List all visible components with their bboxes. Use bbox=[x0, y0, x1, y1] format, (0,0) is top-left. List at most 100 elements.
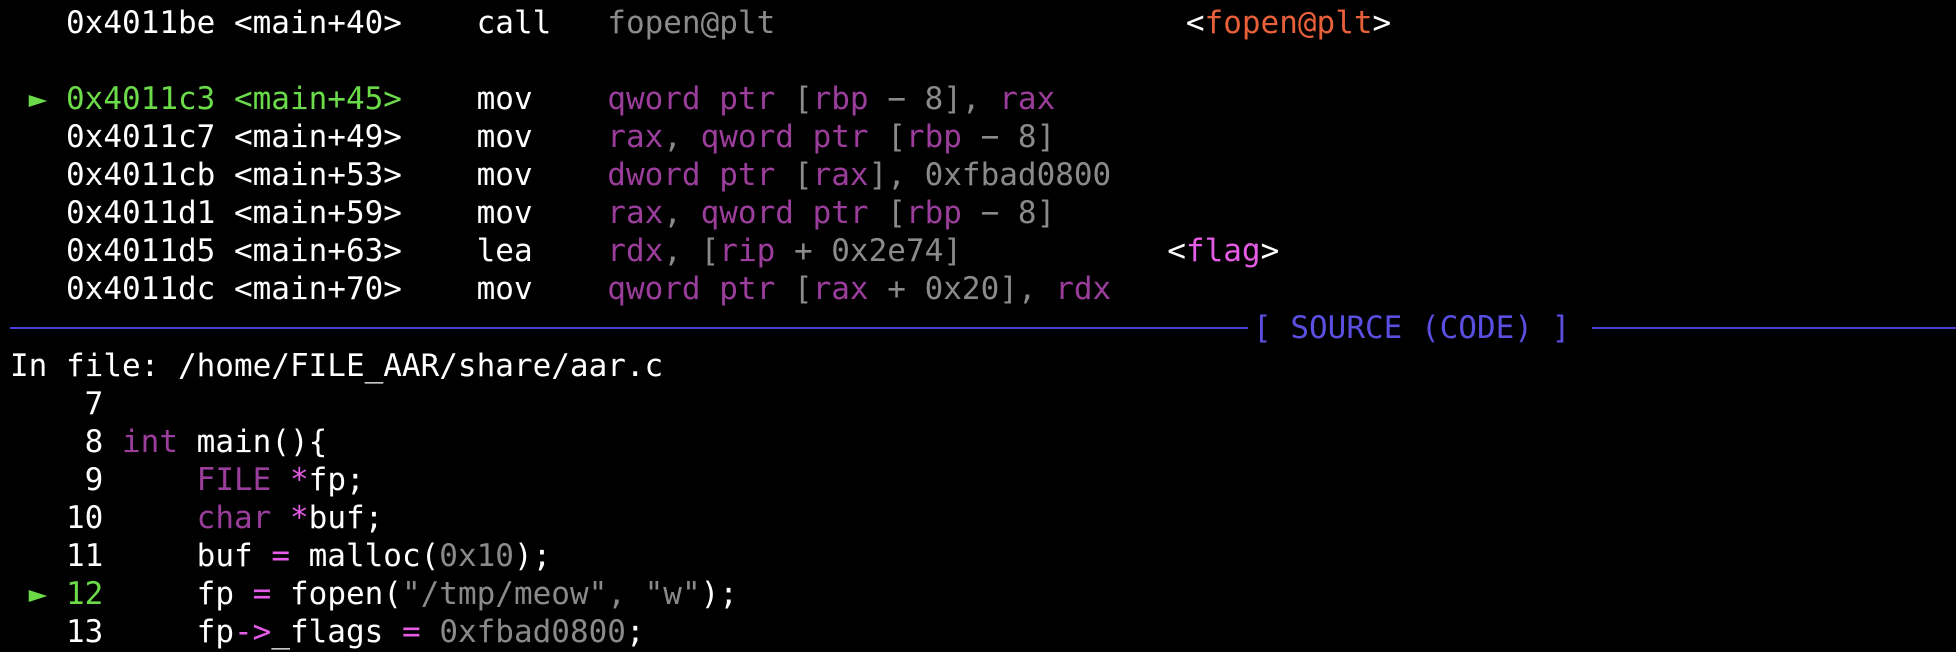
instruction-address: 0x4011c3 bbox=[66, 81, 216, 117]
instruction-operand: [ bbox=[793, 157, 813, 193]
current-instruction-marker: ► bbox=[10, 81, 66, 117]
current-instruction-marker bbox=[10, 195, 66, 231]
instruction-annotation: flag bbox=[1185, 233, 1261, 269]
disasm-row: ► 0x4011c3 <main+45> mov qword ptr [rbp … bbox=[10, 80, 1056, 118]
disasm-row: 0x4011be <main+40> call fopen@plt <fopen… bbox=[10, 4, 1391, 42]
source-line: ► 12 fp = fopen("/tmp/meow", "w"); bbox=[10, 575, 738, 613]
instruction-operand: , [ bbox=[663, 233, 720, 269]
current-line-marker bbox=[10, 386, 66, 422]
instruction-operand: − 8] bbox=[961, 195, 1056, 231]
instruction-address: 0x4011d1 bbox=[66, 195, 216, 231]
instruction-annotation: > bbox=[1372, 5, 1392, 41]
instruction-symbol: <main+63> bbox=[233, 233, 477, 269]
source-line: 9 FILE *fp; bbox=[10, 461, 365, 499]
source-file-label: In file: /home/FILE_AAR/share/aar.c bbox=[10, 348, 664, 384]
instruction-operand: rax bbox=[812, 157, 869, 193]
instruction-operand: rax bbox=[607, 119, 664, 155]
instruction-operand: rax bbox=[607, 195, 664, 231]
disasm-row: 0x4011d1 <main+59> mov rax, qword ptr [r… bbox=[10, 194, 1055, 232]
instruction-symbol: <main+49> bbox=[233, 119, 477, 155]
instruction-annotation: < bbox=[1185, 5, 1205, 41]
source-token bbox=[421, 614, 440, 650]
current-instruction-marker bbox=[10, 5, 66, 41]
instruction-address: 0x4011be bbox=[66, 5, 216, 41]
instruction-mnemonic: lea bbox=[476, 233, 608, 269]
instruction-symbol: <main+53> bbox=[233, 157, 477, 193]
instruction-mnemonic: mov bbox=[476, 81, 608, 117]
source-token: fp bbox=[122, 614, 234, 650]
line-number: 7 bbox=[66, 386, 104, 422]
source-token bbox=[122, 462, 197, 498]
disasm-row: 0x4011d5 <main+63> lea rdx, [rip + 0x2e7… bbox=[10, 232, 1279, 270]
instruction-address: 0x4011c7 bbox=[66, 119, 216, 155]
instruction-mnemonic: call bbox=[476, 5, 608, 41]
instruction-operand: rdx bbox=[607, 233, 664, 269]
instruction-operand: , bbox=[663, 195, 701, 231]
source-token: "/tmp/meow", "w" bbox=[401, 576, 701, 612]
instruction-operand: − 8], bbox=[868, 81, 1000, 117]
source-token: FILE bbox=[196, 462, 272, 498]
instruction-mnemonic: mov bbox=[476, 271, 608, 307]
line-number: 10 bbox=[66, 500, 104, 536]
instruction-operand: + 0x2e74] bbox=[775, 233, 962, 269]
current-line-marker bbox=[10, 424, 66, 460]
disasm-row: 0x4011cb <main+53> mov dword ptr [rax], … bbox=[10, 156, 1111, 194]
instruction-operand: rbp bbox=[905, 119, 962, 155]
instruction-operand: qword ptr bbox=[607, 81, 794, 117]
instruction-operand: dword ptr bbox=[607, 157, 794, 193]
source-token: malloc( bbox=[289, 538, 440, 574]
current-line-marker: ► bbox=[10, 576, 66, 612]
source-line: 13 fp->_flags = 0xfbad0800; bbox=[10, 613, 645, 651]
disasm-row: 0x4011dc <main+70> mov qword ptr [rax + … bbox=[10, 270, 1111, 308]
source-token: 0x10 bbox=[439, 538, 514, 574]
instruction-mnemonic: mov bbox=[476, 119, 608, 155]
source-token: main(){ bbox=[178, 424, 328, 460]
instruction-operand: [ bbox=[793, 81, 813, 117]
instruction-operand: qword ptr bbox=[607, 271, 794, 307]
source-line: 8 int main(){ bbox=[10, 423, 328, 461]
separator-rule-left bbox=[10, 327, 1248, 329]
instruction-annotation: fopen@plt bbox=[1204, 5, 1373, 41]
instruction-operand: qword ptr bbox=[700, 119, 888, 155]
current-line-marker bbox=[10, 462, 66, 498]
source-token: fopen( bbox=[271, 576, 402, 612]
instruction-symbol: <main+59> bbox=[233, 195, 477, 231]
source-token bbox=[271, 462, 290, 498]
source-line: 11 buf = malloc(0x10); bbox=[10, 537, 551, 575]
source-token: _flags bbox=[271, 614, 402, 650]
source-token: ; bbox=[625, 614, 645, 650]
current-instruction-marker bbox=[10, 157, 66, 193]
current-line-marker bbox=[10, 538, 66, 574]
current-line-marker bbox=[10, 500, 66, 536]
source-token: fp bbox=[122, 576, 253, 612]
instruction-operand: rip bbox=[719, 233, 776, 269]
instruction-operand: ], 0xfbad0800 bbox=[868, 157, 1112, 193]
source-token: buf bbox=[122, 538, 272, 574]
source-token: char bbox=[196, 500, 272, 536]
current-line-marker bbox=[10, 614, 66, 650]
source-token: buf; bbox=[308, 500, 384, 536]
source-token: -> bbox=[233, 614, 272, 650]
instruction-operand: , bbox=[663, 119, 701, 155]
current-instruction-marker bbox=[10, 119, 66, 155]
instruction-operand: rbp bbox=[812, 81, 869, 117]
instruction-symbol: <main+45> bbox=[233, 81, 477, 117]
source-token: * bbox=[289, 462, 309, 498]
source-token bbox=[122, 500, 197, 536]
instruction-operand: [ bbox=[887, 195, 906, 231]
disasm-row: 0x4011c7 <main+49> mov rax, qword ptr [r… bbox=[10, 118, 1055, 156]
source-token: int bbox=[122, 424, 178, 460]
source-token: = bbox=[271, 538, 290, 574]
line-number: 11 bbox=[66, 538, 104, 574]
